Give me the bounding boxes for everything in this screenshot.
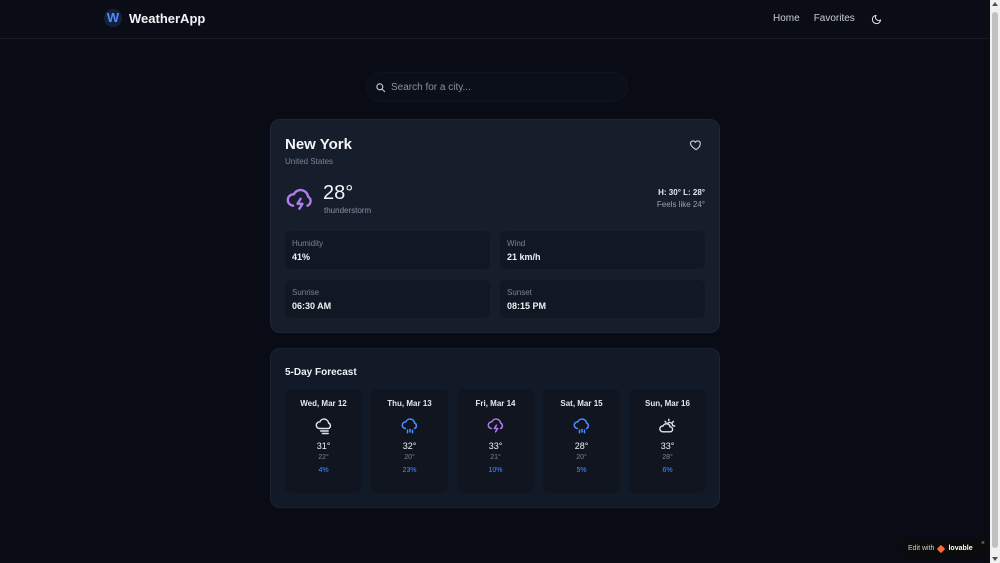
forecast-title: 5-Day Forecast [285,367,357,378]
nav-home-link[interactable]: Home [773,13,800,24]
cloud-rain-icon [315,418,331,435]
stat-value: 08:15 PM [507,301,547,311]
current-condition: thunderstorm [324,206,372,215]
edit-with-lovable-badge[interactable]: Edit with lovable × [901,540,987,557]
forecast-day: Wed, Mar 12 31° 22° 4% [285,389,362,493]
city-name: New York [285,136,352,153]
lovable-heart-icon [937,544,946,553]
search-icon [376,82,386,92]
badge-close-button[interactable]: × [981,540,985,547]
forecast-high: 28° [574,441,589,451]
scroll-up-arrow-icon[interactable] [992,2,998,6]
current-temperature: 28° [323,182,354,204]
feels-like: Feels like 24° [656,200,705,209]
stat-value: 21 km/h [507,252,541,262]
high-low-temperature: H: 30° L: 28° [658,188,705,197]
heart-icon [689,140,701,151]
forecast-date: Fri, Mar 14 [475,399,516,408]
forecast-day: Fri, Mar 14 33° 21° 10% [457,389,534,493]
forecast-high: 31° [316,441,331,451]
forecast-high: 33° [660,441,675,451]
stat-label: Sunset [507,288,532,297]
sunset-stat: Sunset 08:15 PM [500,280,705,318]
forecast-precip: 4% [318,467,329,474]
nav-favorites-link[interactable]: Favorites [814,13,855,24]
app-name: WeatherApp [129,10,206,26]
stat-value: 41% [292,252,311,262]
brand[interactable]: W WeatherApp [104,9,205,27]
stat-label: Wind [507,239,526,248]
badge-prefix: Edit with [908,545,935,552]
stat-value: 06:30 AM [292,301,332,311]
forecast-date: Sun, Mar 16 [645,399,690,408]
partly-cloudy-icon [658,418,675,433]
forecast-days: Wed, Mar 12 31° 22° 4% Thu, Mar 13 32° 2… [285,389,707,493]
forecast-low: 20° [576,454,587,461]
brand-logo: W [104,9,122,27]
scroll-thumb[interactable] [992,12,998,548]
sunrise-stat: Sunrise 06:30 AM [285,280,490,318]
thunderstorm-icon [487,418,503,433]
favorite-button[interactable] [689,138,703,152]
main-nav: Home Favorites [773,13,855,24]
forecast-card: 5-Day Forecast Wed, Mar 12 31° 22° 4% Th… [270,348,720,508]
forecast-day: Sun, Mar 16 33° 28° 6% [629,389,706,493]
page-scrollbar[interactable] [990,0,1000,563]
wind-stat: Wind 21 km/h [500,231,705,269]
badge-brand: lovable [948,545,973,552]
forecast-date: Sat, Mar 15 [560,399,603,408]
rain-icon [573,418,589,434]
weather-app-page: W WeatherApp Home Favorites New York Uni… [0,0,1000,563]
forecast-low: 22° [318,454,329,461]
forecast-low: 28° [662,454,673,461]
rain-icon [401,418,417,434]
moon-icon [871,14,881,24]
stat-label: Humidity [292,239,324,248]
stat-label: Sunrise [292,288,320,297]
forecast-precip: 5% [576,467,587,474]
forecast-day: Thu, Mar 13 32° 20° 23% [371,389,448,493]
scroll-down-arrow-icon[interactable] [992,557,998,561]
forecast-date: Wed, Mar 12 [300,399,347,408]
forecast-day: Sat, Mar 15 28° 20° 5% [543,389,620,493]
theme-toggle-button[interactable] [867,10,885,28]
country-name: United States [285,157,334,166]
thunderstorm-icon [286,188,312,210]
current-weather-card: New York United States 28° thunderstorm … [270,119,720,333]
top-header: W WeatherApp Home Favorites [0,0,990,39]
forecast-precip: 10% [488,467,503,474]
forecast-precip: 6% [662,467,673,474]
forecast-precip: 23% [402,467,417,474]
city-search-box[interactable] [366,72,628,102]
forecast-low: 20° [404,454,415,461]
city-search-input[interactable] [391,81,611,93]
forecast-date: Thu, Mar 13 [387,399,432,408]
forecast-low: 21° [490,454,501,461]
humidity-stat: Humidity 41% [285,231,490,269]
forecast-high: 32° [402,441,417,451]
forecast-high: 33° [488,441,503,451]
